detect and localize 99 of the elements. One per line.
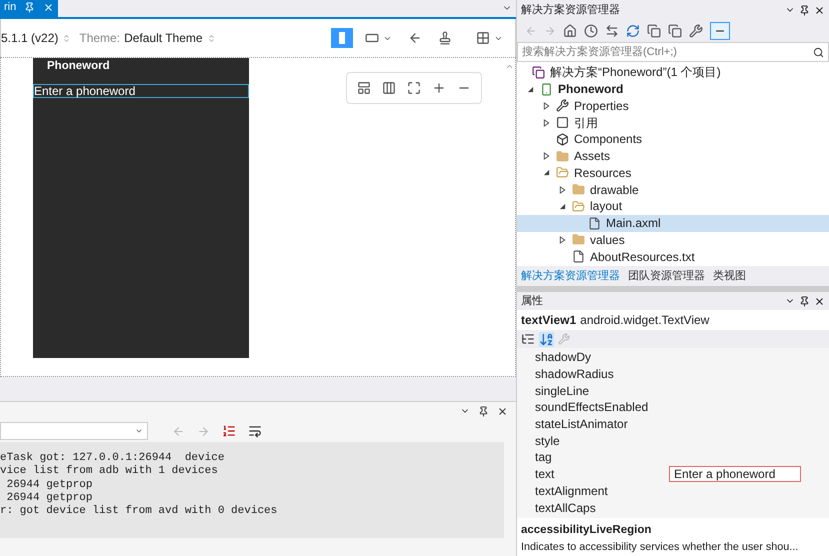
panel-tab[interactable]: 类视图 — [713, 268, 746, 284]
preview-button[interactable] — [710, 22, 730, 40]
folder-icon — [556, 150, 569, 163]
pin-icon[interactable] — [478, 406, 489, 416]
layout-icon[interactable] — [356, 81, 371, 95]
panel-title: 解决方案资源管理器 — [521, 2, 620, 18]
close-icon[interactable] — [814, 296, 825, 306]
word-wrap-icon[interactable] — [248, 424, 262, 438]
tree-item[interactable]: AboutResources.txt — [517, 248, 829, 265]
folder-icon — [572, 233, 585, 246]
collapse-arrow-icon[interactable] — [558, 202, 566, 210]
property-name[interactable]: shadowDy — [535, 348, 669, 366]
expand-arrow-icon[interactable] — [542, 102, 550, 110]
property-name[interactable]: shadowRadius — [535, 365, 669, 384]
theme-selector[interactable]: Default Theme — [124, 29, 203, 47]
tree-item-label: Resources — [574, 164, 632, 182]
component-icon — [556, 132, 569, 146]
property-name[interactable]: style — [535, 432, 669, 450]
property-name[interactable]: textAlignment — [535, 482, 669, 500]
fit-screen-icon[interactable] — [406, 81, 421, 95]
tree-item[interactable]: layout — [517, 198, 829, 215]
tree-item[interactable]: 解决方案“Phoneword”(1 个项目) — [517, 64, 829, 81]
tree-item[interactable]: Main.axml — [517, 214, 829, 232]
log-line: r: got device list from avd with 0 devices — [0, 505, 278, 518]
scroll-up-icon[interactable] — [504, 62, 514, 71]
grid-icon[interactable] — [476, 31, 490, 45]
tree-item-label: Components — [574, 131, 642, 148]
log-line: 26944 getprop — [6, 478, 94, 492]
property-name[interactable]: stateListAnimator — [535, 415, 669, 434]
tree-item-label: Properties — [574, 98, 629, 115]
pin-icon[interactable] — [799, 4, 810, 16]
refresh-icon[interactable] — [626, 24, 640, 38]
panel-tab[interactable]: 解决方案资源管理器 — [521, 268, 620, 284]
tree-item-label: Main.axml — [606, 215, 661, 232]
tree-item[interactable]: Properties — [517, 98, 829, 114]
selected-text-view[interactable]: Enter a phoneword — [33, 84, 249, 98]
tree-item-label: layout — [590, 198, 622, 216]
properties-icon[interactable] — [689, 24, 703, 38]
log-line: 26944 getprop — [6, 492, 94, 505]
search-field[interactable]: 搜索解决方案资源管理器(Ctrl+;) — [517, 42, 829, 62]
tree-item-label: Phoneword — [558, 81, 624, 98]
alphabetical-icon[interactable] — [539, 332, 554, 346]
tree-item-label: drawable — [590, 182, 639, 199]
project-icon — [540, 82, 553, 96]
close-icon[interactable] — [497, 406, 508, 416]
log-line: eTask got: 127.0.0.1:26944 device — [0, 452, 226, 465]
collapse-arrow-icon[interactable] — [542, 169, 550, 176]
tree-item[interactable]: Resources — [517, 164, 829, 182]
close-icon[interactable] — [814, 4, 825, 16]
expand-arrow-icon[interactable] — [558, 236, 566, 244]
portrait-button[interactable] — [331, 28, 353, 48]
description-title: accessibilityLiveRegion — [521, 523, 652, 538]
theme-label: Theme: — [79, 30, 120, 47]
expand-arrow-icon[interactable] — [542, 118, 550, 127]
property-value-field[interactable]: Enter a phoneword — [669, 466, 801, 482]
categorized-icon[interactable] — [521, 332, 535, 346]
folder-open-icon — [572, 200, 585, 213]
expand-arrow-icon[interactable] — [542, 152, 550, 160]
api-level-selector[interactable]: 5.1.1 (v22) — [1, 29, 58, 47]
stamp-icon[interactable] — [438, 31, 452, 45]
home-icon[interactable] — [563, 24, 577, 38]
tree-item[interactable]: Components — [517, 131, 829, 148]
tree-item-label: AboutResources.txt — [590, 248, 695, 266]
tree-item-label: 引用 — [574, 114, 598, 132]
panel-title: 属性 — [521, 294, 543, 309]
tree-item[interactable]: Phoneword — [517, 80, 829, 98]
property-name[interactable]: tag — [535, 448, 669, 466]
tree-item[interactable]: drawable — [517, 181, 829, 198]
search-icon[interactable] — [813, 46, 824, 58]
log-line: vice list from adb with 1 devices — [0, 465, 219, 479]
tree-item-label: values — [590, 232, 625, 249]
property-name[interactable]: text — [535, 465, 669, 484]
folder-icon — [572, 183, 585, 196]
expand-arrow-icon[interactable] — [558, 186, 566, 194]
columns-icon[interactable] — [382, 81, 396, 95]
tree-item[interactable]: values — [517, 232, 829, 248]
file-icon — [572, 250, 585, 264]
object-name: textView1 — [521, 312, 576, 329]
panel-tab[interactable]: 团队资源管理器 — [628, 268, 705, 284]
pin-icon[interactable] — [799, 296, 810, 306]
landscape-icon[interactable] — [365, 31, 379, 45]
property-name[interactable]: textAllCaps — [535, 498, 669, 517]
caret-icon — [135, 427, 143, 435]
zoom-in-icon[interactable] — [432, 81, 446, 95]
sync-icon[interactable] — [605, 24, 619, 38]
property-name[interactable]: soundEffectsEnabled — [535, 398, 669, 416]
app-title: Phoneword — [46, 59, 111, 74]
tree-item-label: 解决方案“Phoneword”(1 个项目) — [550, 64, 721, 82]
history-icon[interactable] — [584, 24, 598, 38]
wrench-icon — [556, 99, 569, 112]
collapse-arrow-icon[interactable] — [526, 86, 534, 93]
property-name[interactable]: singleLine — [535, 382, 669, 400]
object-type: android.widget.TextView — [580, 312, 710, 329]
tree-item[interactable]: 引用 — [517, 114, 829, 131]
tree-item[interactable]: Assets — [517, 148, 829, 164]
file-icon — [588, 216, 601, 230]
folder-open-icon — [556, 166, 569, 180]
description-text: Indicates to accessibility services whether the user shou... — [521, 540, 798, 556]
tree-item-label: Assets — [574, 148, 610, 166]
